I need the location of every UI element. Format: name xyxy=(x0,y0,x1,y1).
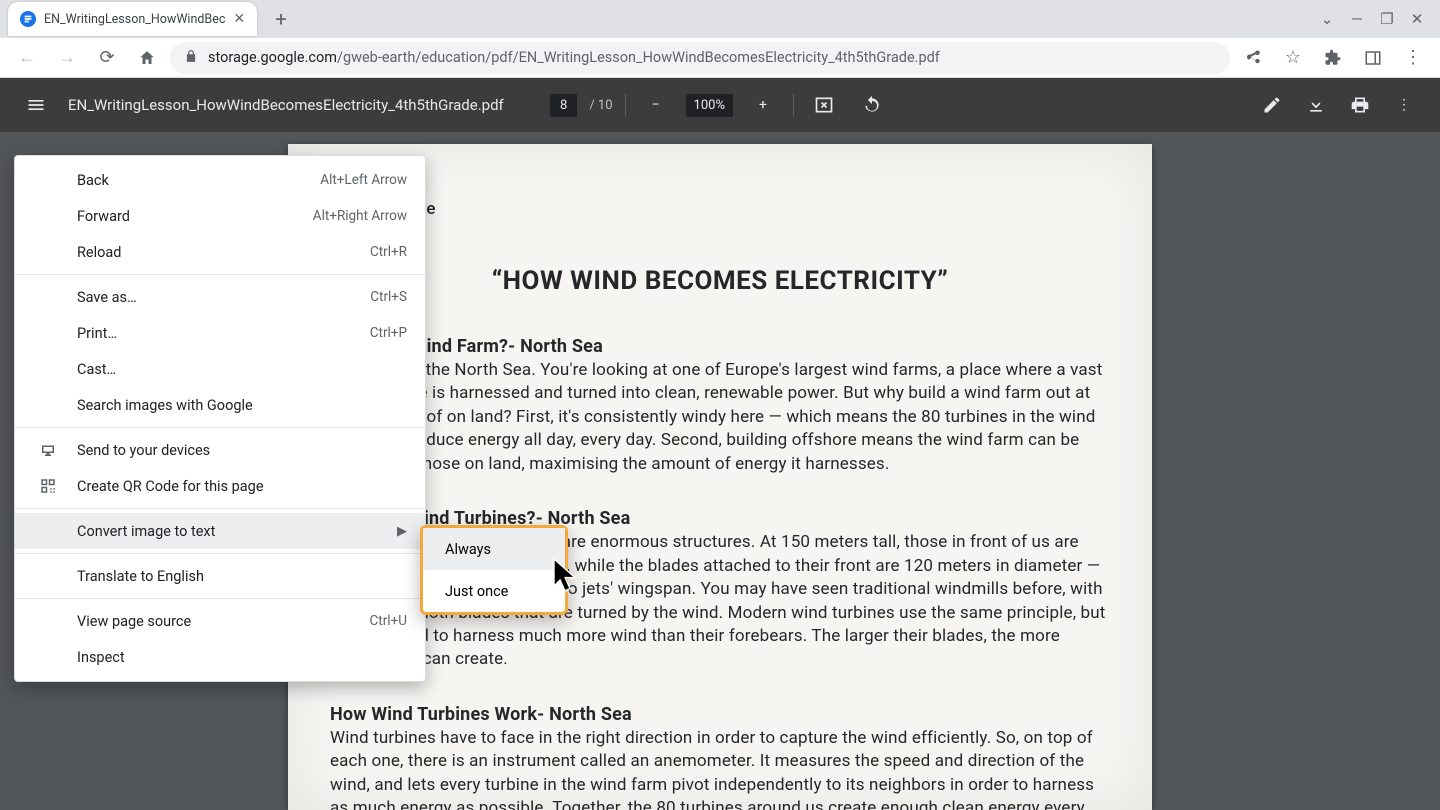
ctx-inspect[interactable]: Inspect xyxy=(15,639,425,675)
rotate-icon[interactable] xyxy=(854,87,890,123)
submenu-chevron-icon: ▶ xyxy=(397,524,407,539)
browser-menu-icon[interactable]: ⋮ xyxy=(1396,41,1430,75)
nav-home-button[interactable] xyxy=(130,41,164,75)
ctx-reload[interactable]: Reload Ctrl+R xyxy=(15,234,425,270)
ctx-back[interactable]: Back Alt+Left Arrow xyxy=(15,162,425,198)
lock-icon xyxy=(184,49,198,67)
bookmark-icon[interactable]: ☆ xyxy=(1276,41,1310,75)
window-maximize-icon[interactable]: ❐ xyxy=(1372,10,1402,28)
pdf-more-icon[interactable]: ⋮ xyxy=(1386,87,1422,123)
pdf-toolbar: EN_WritingLesson_HowWindBecomesElectrici… xyxy=(0,78,1440,132)
tab-title: EN_WritingLesson_HowWindBec xyxy=(44,12,225,27)
pdf-page-controls: 8 / 10 − 100% + xyxy=(550,87,890,123)
doc-section-heading: What is a Wind Farm?- North Sea xyxy=(330,336,1110,357)
fit-page-icon[interactable] xyxy=(806,87,842,123)
extensions-icon[interactable] xyxy=(1316,41,1350,75)
tab-close-icon[interactable]: ✕ xyxy=(233,11,245,27)
sidepanel-icon[interactable] xyxy=(1356,41,1390,75)
doc-section-body: Welcome to the North Sea. You're looking… xyxy=(330,359,1110,476)
ctx-cast[interactable]: Cast… xyxy=(15,351,425,387)
doc-title: “HOW WIND BECOMES ELECTRICITY” xyxy=(330,266,1110,296)
pdf-page-input[interactable]: 8 xyxy=(550,94,577,117)
doc-section-body: Wind turbines have to face in the right … xyxy=(330,727,1110,810)
pdf-download-icon[interactable] xyxy=(1298,87,1334,123)
address-bar[interactable]: storage.google.com/gweb-earth/education/… xyxy=(170,42,1230,74)
browser-toolbar: ← → ⟳ storage.google.com/gweb-earth/educ… xyxy=(0,38,1440,78)
context-menu: Back Alt+Left Arrow Forward Alt+Right Ar… xyxy=(14,155,426,682)
window-close-icon[interactable]: ✕ xyxy=(1402,10,1432,28)
submenu-always[interactable]: Always xyxy=(423,528,565,570)
doc-section-heading: How Wind Turbines Work- North Sea xyxy=(330,704,1110,725)
pdf-page-total: / 10 xyxy=(589,98,612,113)
pdf-filename: EN_WritingLesson_HowWindBecomesElectrici… xyxy=(68,96,504,114)
submenu-just-once[interactable]: Just once xyxy=(423,570,565,612)
doc-section: How Wind Turbines Work- North Sea Wind t… xyxy=(330,704,1110,810)
doc-grade: Grade 5 xyxy=(330,221,1110,244)
qr-icon xyxy=(37,475,59,497)
share-icon[interactable] xyxy=(1236,41,1270,75)
pdf-menu-icon[interactable] xyxy=(18,87,54,123)
browser-tab[interactable]: EN_WritingLesson_HowWindBec ✕ xyxy=(8,2,257,36)
url-host: storage.google.com/gweb-earth/education/… xyxy=(208,49,940,66)
context-submenu: Always Just once xyxy=(420,525,568,615)
ctx-convert-image-to-text[interactable]: Convert image to text ▶ xyxy=(15,513,425,549)
nav-back-button[interactable]: ← xyxy=(10,41,44,75)
doc-subject: Earth science xyxy=(330,198,1110,221)
window-minimize-icon[interactable]: — xyxy=(1342,10,1372,28)
zoom-level[interactable]: 100% xyxy=(686,94,733,117)
ctx-forward[interactable]: Forward Alt+Right Arrow xyxy=(15,198,425,234)
nav-reload-button[interactable]: ⟳ xyxy=(90,41,124,75)
ctx-translate[interactable]: Translate to English xyxy=(15,558,425,594)
nav-forward-button[interactable]: → xyxy=(50,41,84,75)
ctx-send-to-devices[interactable]: Send to your devices xyxy=(15,432,425,468)
ctx-create-qr[interactable]: Create QR Code for this page xyxy=(15,468,425,504)
pdf-print-icon[interactable] xyxy=(1342,87,1378,123)
devices-icon xyxy=(37,439,59,461)
tab-strip: EN_WritingLesson_HowWindBec ✕ + ⌄ — ❐ ✕ xyxy=(0,0,1440,38)
ctx-print[interactable]: Print… Ctrl+P xyxy=(15,315,425,351)
tab-favicon xyxy=(20,11,36,27)
mouse-cursor-icon xyxy=(552,558,578,596)
zoom-in-button[interactable]: + xyxy=(745,87,781,123)
ctx-save-as[interactable]: Save as… Ctrl+S xyxy=(15,279,425,315)
ctx-search-images[interactable]: Search images with Google xyxy=(15,387,425,423)
new-tab-button[interactable]: + xyxy=(267,5,295,33)
doc-section: What is a Wind Farm?- North Sea Welcome … xyxy=(330,336,1110,476)
pdf-edit-icon[interactable] xyxy=(1254,87,1290,123)
tab-search-icon[interactable]: ⌄ xyxy=(1312,10,1342,28)
ctx-view-source[interactable]: View page source Ctrl+U xyxy=(15,603,425,639)
zoom-out-button[interactable]: − xyxy=(638,87,674,123)
